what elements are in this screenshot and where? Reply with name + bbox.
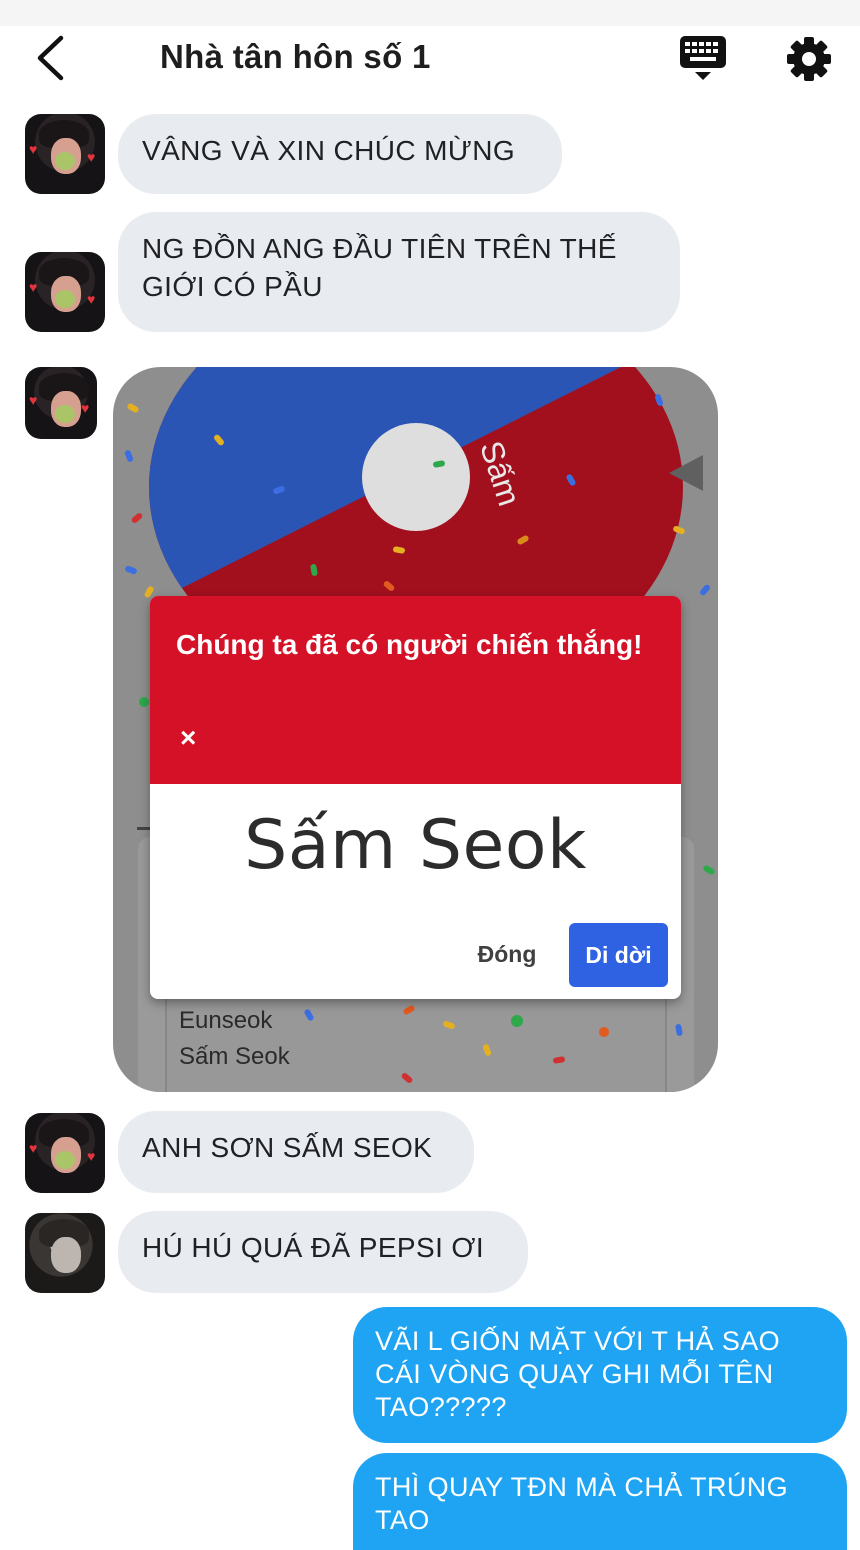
confetti bbox=[599, 1027, 609, 1037]
message-text: HÚ HÚ QUÁ ĐÃ PEPSI ƠI bbox=[142, 1232, 485, 1263]
confetti bbox=[511, 1015, 523, 1027]
heart-icon: ♥ bbox=[87, 1148, 96, 1164]
confetti bbox=[139, 697, 149, 707]
heart-icon: ♥ bbox=[29, 392, 38, 408]
message-text: VÃI L GIỐN MẶT VỚI T HẢ SAO CÁI VÒNG QUA… bbox=[375, 1326, 781, 1422]
my-message-bubble[interactable]: VÃI L GIỐN MẶT VỚI T HẢ SAO CÁI VÒNG QUA… bbox=[353, 1307, 847, 1443]
image-message[interactable]: Eu Sấm Eunseok Sấm Seok Chúng ta đã có n… bbox=[113, 367, 718, 1092]
confetti bbox=[702, 864, 716, 876]
heart-icon: ♥ bbox=[87, 291, 96, 307]
back-button[interactable] bbox=[28, 34, 72, 82]
dialog-header: Chúng ta đã có người chiến thắng! × bbox=[150, 596, 681, 784]
avatar[interactable]: ♥ ♥ bbox=[25, 252, 105, 332]
avatar[interactable] bbox=[25, 1213, 105, 1293]
confetti bbox=[130, 511, 144, 525]
message-bubble[interactable]: HÚ HÚ QUÁ ĐÃ PEPSI ƠI bbox=[118, 1211, 528, 1293]
gear-icon bbox=[787, 37, 831, 81]
my-message-bubble[interactable]: THÌ QUAY TĐN MÀ CHẢ TRÚNG TAO bbox=[353, 1453, 847, 1550]
avatar[interactable]: ♥ ♥ bbox=[25, 114, 105, 194]
glow-shape bbox=[55, 1151, 75, 1169]
close-button[interactable]: Đóng bbox=[466, 933, 548, 975]
dialog-title: Chúng ta đã có người chiến thắng! bbox=[176, 629, 643, 660]
glow-shape bbox=[55, 152, 75, 170]
winner-name: Sấm Seok bbox=[244, 806, 587, 885]
message-bubble[interactable]: NG ĐỒN ANG ĐẦU TIÊN TRÊN THẾ GIỚI CÓ PẦU bbox=[118, 212, 680, 332]
winner-dialog: Chúng ta đã có người chiến thắng! × Sấm … bbox=[150, 596, 681, 999]
keyboard-icon bbox=[680, 36, 726, 80]
wheel-hub bbox=[362, 423, 470, 531]
message-bubble[interactable]: VÂNG VÀ XIN CHÚC MỪNG bbox=[118, 114, 562, 194]
confetti bbox=[124, 565, 138, 575]
confetti bbox=[124, 449, 134, 463]
heart-icon: ♥ bbox=[29, 279, 38, 295]
divider bbox=[137, 827, 151, 830]
chevron-left-icon bbox=[37, 35, 64, 81]
confetti bbox=[698, 583, 712, 597]
message-text: THÌ QUAY TĐN MÀ CHẢ TRÚNG TAO bbox=[375, 1472, 789, 1535]
heart-icon: ♥ bbox=[81, 400, 90, 416]
glow-shape bbox=[55, 290, 75, 308]
list-item: Sấm Seok bbox=[179, 1043, 290, 1070]
heart-icon: ♥ bbox=[29, 141, 38, 157]
keyboard-button[interactable] bbox=[678, 34, 728, 82]
confetti bbox=[126, 402, 140, 414]
message-text: VÂNG VÀ XIN CHÚC MỪNG bbox=[142, 135, 516, 166]
heart-icon: ♥ bbox=[29, 1140, 38, 1156]
avatar[interactable]: ♥ ♥ bbox=[25, 367, 97, 439]
heart-icon: ♥ bbox=[87, 149, 96, 165]
remove-button[interactable]: Di dời bbox=[569, 923, 668, 987]
chat-title[interactable]: Nhà tân hôn số 1 bbox=[160, 38, 431, 76]
face-shape bbox=[51, 1237, 81, 1273]
message-text: ANH SƠN SẤM SEOK bbox=[142, 1132, 433, 1163]
wheel-pointer-icon bbox=[669, 455, 703, 491]
chat-header: Nhà tân hôn số 1 bbox=[0, 26, 860, 90]
wheel-label: Sấm bbox=[473, 436, 528, 511]
status-bar bbox=[0, 0, 860, 26]
glow-shape bbox=[55, 405, 75, 423]
list-item: Eunseok bbox=[179, 1007, 273, 1034]
message-bubble[interactable]: ANH SƠN SẤM SEOK bbox=[118, 1111, 474, 1193]
avatar[interactable]: ♥ ♥ bbox=[25, 1113, 105, 1193]
settings-button[interactable] bbox=[782, 32, 836, 86]
message-text: NG ĐỒN ANG ĐẦU TIÊN TRÊN THẾ GIỚI CÓ PẦU bbox=[142, 233, 617, 302]
close-icon[interactable]: × bbox=[180, 724, 208, 752]
